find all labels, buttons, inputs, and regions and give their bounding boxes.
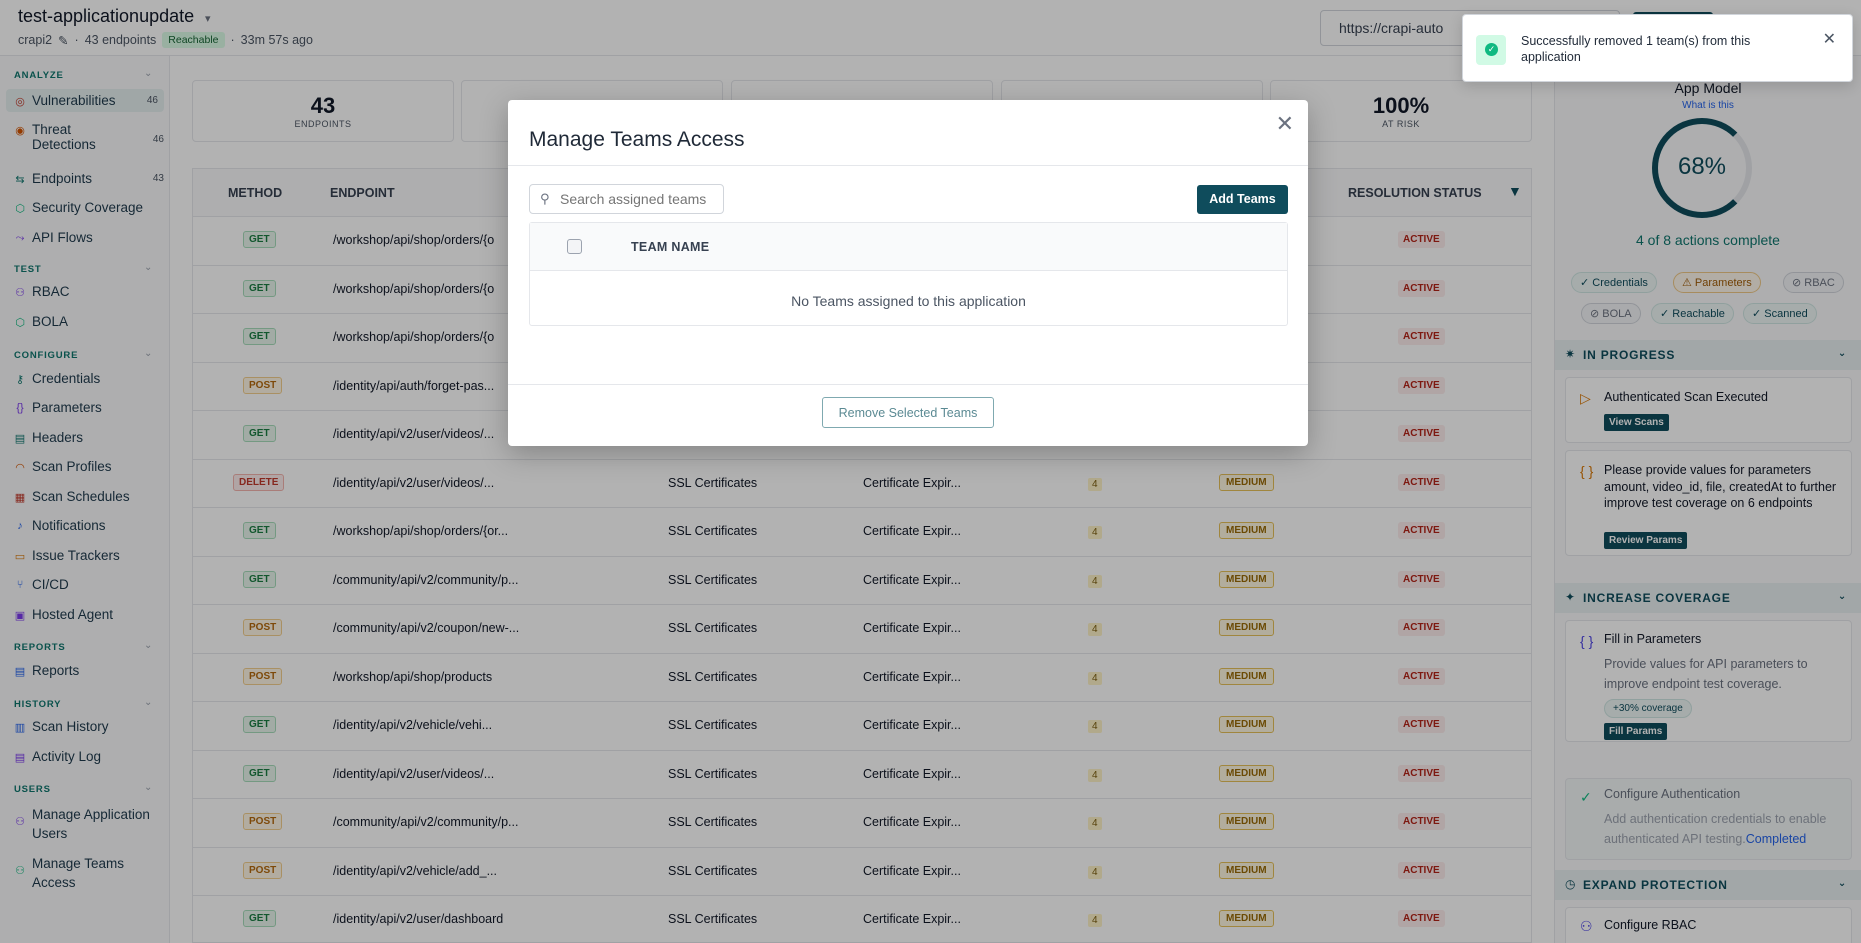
success-icon: ✓ [1476, 35, 1506, 65]
divider [508, 384, 1308, 385]
toast-message: Successfully removed 1 team(s) from this… [1521, 34, 1751, 64]
search-teams-field[interactable]: ⚲ [529, 184, 724, 214]
close-icon[interactable]: ✕ [1823, 29, 1836, 49]
success-toast: ✓ Successfully removed 1 team(s) from th… [1462, 14, 1853, 82]
teams-table-header: TEAM NAME [530, 223, 1287, 271]
search-input[interactable] [560, 191, 710, 207]
empty-state-message: No Teams assigned to this application [791, 293, 1026, 309]
column-team-name: TEAM NAME [631, 240, 710, 254]
close-icon[interactable]: ✕ [1276, 113, 1294, 135]
search-icon: ⚲ [540, 191, 550, 206]
manage-teams-modal: Manage Teams Access ✕ ⚲ Add Teams TEAM N… [508, 100, 1308, 446]
add-teams-button[interactable]: Add Teams [1197, 185, 1288, 214]
remove-selected-teams-button[interactable]: Remove Selected Teams [822, 397, 994, 428]
app-root: test-applicationupdate ▾ crapi2 ✎ · 43 e… [0, 0, 1861, 943]
modal-title: Manage Teams Access [529, 128, 745, 151]
divider [508, 165, 1308, 166]
teams-table: TEAM NAME No Teams assigned to this appl… [529, 222, 1288, 326]
select-all-checkbox[interactable] [567, 239, 582, 254]
